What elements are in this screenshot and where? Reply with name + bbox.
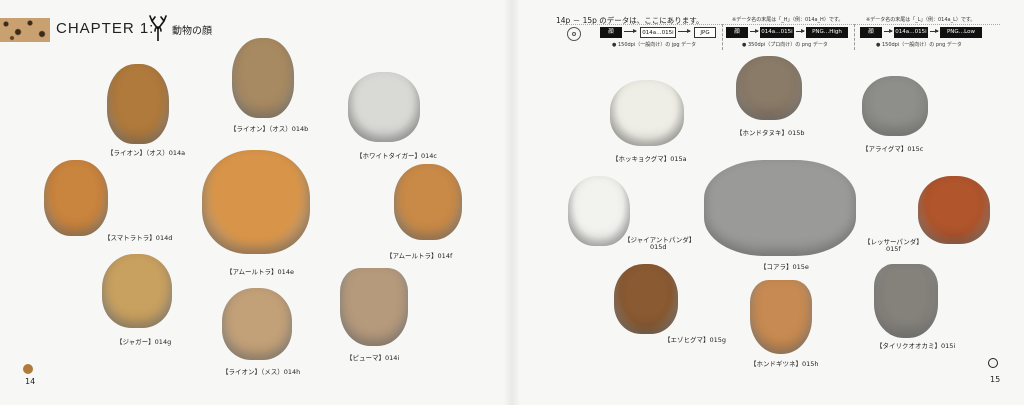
lion-face bbox=[232, 38, 294, 118]
spine-shadow bbox=[504, 0, 520, 405]
polar-bear-face bbox=[610, 80, 684, 146]
animal-caption-code: 015d bbox=[650, 243, 667, 251]
arrow-icon bbox=[796, 29, 805, 33]
format-box: PNG…High bbox=[806, 27, 848, 38]
animal-caption: 【ホワイトタイガー】014c bbox=[356, 152, 437, 160]
animal-caption: 【タイリクオオカミ】015i bbox=[876, 342, 956, 350]
info-divider bbox=[560, 24, 1000, 25]
animal-caption: 【ホンドギツネ】015h bbox=[750, 360, 819, 368]
animal-caption: 【ホンドタヌキ】015b bbox=[736, 129, 805, 137]
format-note: ● 150dpi（一般向け）の png データ bbox=[876, 42, 962, 48]
animal-caption: 【エゾヒグマ】015g bbox=[664, 336, 727, 344]
animal-caption: 【アムールトラ】014f bbox=[386, 252, 453, 260]
chapter-subtitle: 動物の顔 bbox=[172, 26, 212, 37]
panda-face bbox=[568, 176, 630, 246]
leopard-pattern-banner bbox=[0, 18, 50, 42]
animal-caption: 【スマトラトラ】014d bbox=[104, 234, 173, 242]
lion-face bbox=[107, 64, 169, 144]
animal-caption: 【ライオン】（オス）014a bbox=[107, 149, 186, 157]
folder-box: 顔 bbox=[726, 27, 748, 38]
raccoon-dog-face bbox=[736, 56, 802, 120]
format-box: PNG…Low bbox=[940, 27, 982, 38]
fox-face bbox=[750, 280, 812, 354]
tiger-face bbox=[44, 160, 108, 236]
tiger-face bbox=[202, 150, 310, 254]
animal-caption-code: 015f bbox=[886, 245, 901, 253]
animal-caption: 【ピューマ】014i bbox=[346, 354, 400, 362]
disc-icon bbox=[567, 27, 581, 41]
animal-caption: 【ライオン】（メス）014h bbox=[222, 368, 301, 376]
brown-bear-face bbox=[614, 264, 678, 334]
file-range-box: 014a…015i bbox=[760, 27, 794, 38]
group-separator bbox=[722, 24, 723, 50]
format-note: ● 350dpi（プロ向け）の png データ bbox=[742, 42, 828, 48]
arrow-icon bbox=[678, 29, 691, 33]
animal-caption: 【アライグマ】015c bbox=[862, 145, 924, 153]
wolf-face bbox=[874, 264, 938, 338]
arrow-icon bbox=[930, 29, 939, 33]
lioness-face bbox=[222, 288, 292, 360]
lion-thumbnail-icon bbox=[23, 364, 33, 374]
group-separator bbox=[854, 24, 855, 50]
red-panda-face bbox=[918, 176, 990, 244]
file-range-box: 014a…015i bbox=[894, 27, 928, 38]
koala-face bbox=[704, 160, 856, 256]
arrow-icon bbox=[624, 29, 637, 33]
filename-suffix-note: ※データ名の末尾は「_L」（例：014a_L）です。 bbox=[866, 17, 976, 23]
tiger-face bbox=[394, 164, 462, 240]
animal-caption: 【ジャガー】014g bbox=[116, 338, 172, 346]
white-tiger-face bbox=[348, 72, 420, 142]
folder-box: 顔 bbox=[600, 27, 622, 38]
arrow-icon bbox=[884, 29, 893, 33]
panda-thumbnail-icon bbox=[988, 358, 998, 368]
animal-caption: 【ホッキョクグマ】015a bbox=[612, 155, 687, 163]
puma-face bbox=[340, 268, 408, 346]
animal-caption: 【ライオン】（オス）014b bbox=[230, 125, 309, 133]
deer-antler-icon bbox=[149, 15, 167, 41]
filename-suffix-note: ※データ名の末尾は「_H」（例：014a_H）です。 bbox=[732, 17, 844, 23]
jaguar-face bbox=[102, 254, 172, 328]
file-range-box: 014a…015i bbox=[640, 27, 676, 38]
format-note: ● 150dpi（一般向け）の jpg データ bbox=[612, 42, 697, 48]
page-number-left: 14 bbox=[25, 377, 36, 386]
animal-caption: 【コアラ】015e bbox=[760, 263, 809, 271]
chapter-title: CHAPTER 1: bbox=[56, 20, 155, 37]
folder-box: 顔 bbox=[860, 27, 882, 38]
page-number-right: 15 bbox=[990, 375, 1001, 384]
animal-caption: 【アムールトラ】014e bbox=[226, 268, 294, 276]
format-box: JPG bbox=[694, 27, 716, 38]
raccoon-face bbox=[862, 76, 928, 136]
arrow-icon bbox=[750, 29, 759, 33]
